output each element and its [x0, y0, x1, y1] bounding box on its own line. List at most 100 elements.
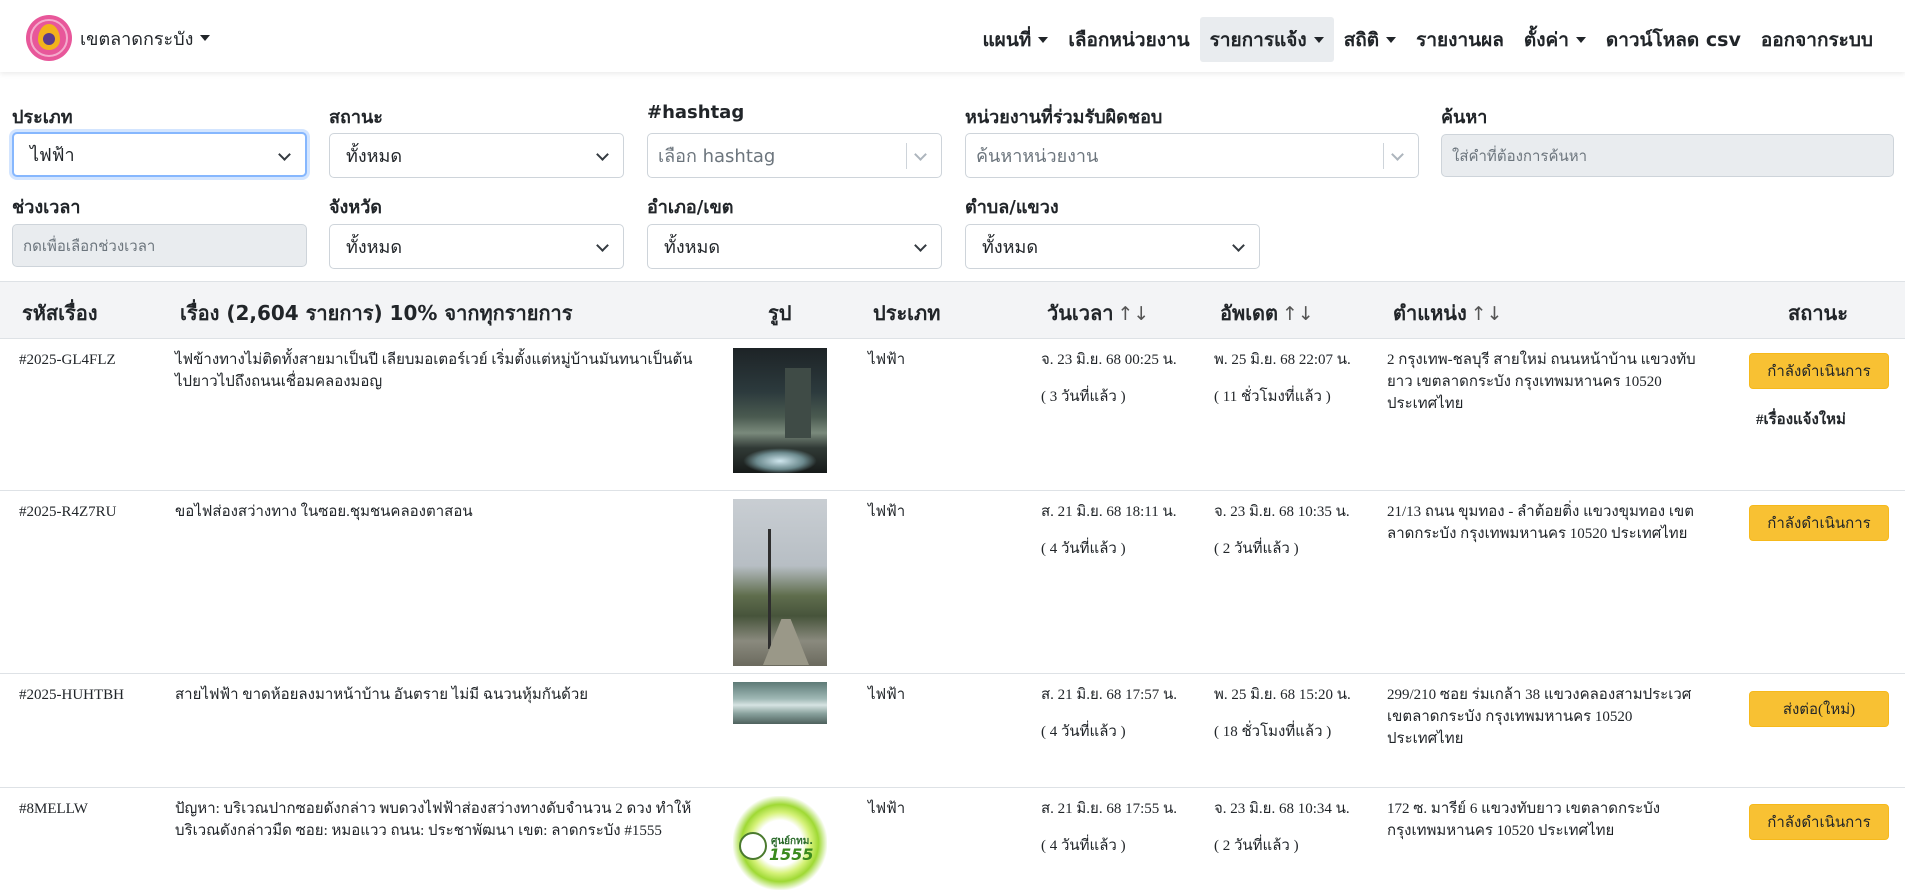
status-select[interactable]: ทั้งหมด	[329, 133, 624, 178]
subdistrict-filter-label: ตำบล/แขวง	[965, 197, 1059, 218]
district-filter-label: อำเภอ/เขต	[647, 197, 734, 218]
updated-value: พ. 25 มิ.ย. 68 15:20 น.	[1214, 687, 1351, 703]
chevron-down-icon	[278, 148, 291, 161]
hashtag-select-placeholder: เลือก hashtag	[658, 146, 776, 167]
report-location: 299/210 ซอย ร่มเกล้า 38 แขวงคลองสามประเว…	[1387, 687, 1692, 747]
search-label: ค้นหา	[1441, 107, 1488, 128]
updated-ago: ( 2 วันที่แล้ว )	[1214, 838, 1299, 854]
brand-logo	[26, 15, 72, 61]
report-id[interactable]: #8MELLW	[19, 798, 88, 820]
main-nav: แผนที่ เลือกหน่วยงาน รายการแจ้ง สถิติ รา…	[972, 17, 1883, 62]
report-location: 2 กรุงเทพ-ชลบุรี สายใหม่ ถนนหน้าบ้าน แขว…	[1387, 352, 1696, 412]
report-thumbnail[interactable]	[733, 682, 827, 724]
subdistrict-select[interactable]: ทั้งหมด	[965, 224, 1260, 269]
reports-table: รหัสเรื่อง เรื่อง (2,604 รายการ) 10% จาก…	[0, 281, 1905, 890]
datetime-value: จ. 23 มิ.ย. 68 00:25 น.	[1041, 352, 1177, 368]
select-separator	[906, 143, 907, 169]
nav-statistics[interactable]: สถิติ	[1334, 17, 1406, 62]
report-location: 21/13 ถนน ขุมทอง - ลำต้อยติ่ง แขวงขุมทอง…	[1387, 504, 1694, 542]
report-thumbnail[interactable]: ศูนย์กทม. 1555	[733, 796, 827, 890]
type-select[interactable]: ไฟฟ้า	[12, 132, 307, 177]
thumb-number: 1555	[769, 845, 814, 864]
header-location[interactable]: ตำแหน่ง ↑↓	[1393, 297, 1503, 329]
report-type: ไฟฟ้า	[868, 801, 906, 817]
header-image: รูป	[768, 301, 792, 325]
select-separator	[1383, 143, 1384, 169]
nav-select-agency-label: เลือกหน่วยงาน	[1068, 28, 1190, 51]
report-type: ไฟฟ้า	[868, 687, 906, 703]
filter-panel: ประเภท สถานะ #hashtag หน่วยงานที่ร่วมรับ…	[0, 72, 1905, 269]
agency-select[interactable]: ค้นหาหน่วยงาน	[965, 133, 1419, 178]
hashtag-select[interactable]: เลือก hashtag	[647, 133, 942, 178]
search-input[interactable]: ใส่คำที่ต้องการค้นหา	[1441, 134, 1894, 177]
sort-icon[interactable]: ↑↓	[1117, 303, 1149, 325]
nav-settings-label: ตั้งค่า	[1523, 28, 1569, 51]
chevron-down-icon	[914, 239, 927, 252]
table-row: #2025-R4Z7RU ขอไฟส่องสว่างทาง ในซอย.ชุมช…	[0, 491, 1905, 674]
datetime-value: ส. 21 มิ.ย. 68 17:55 น.	[1041, 801, 1178, 817]
report-updated: พ. 25 มิ.ย. 68 22:07 น. ( 11 ชั่วโมงที่แ…	[1214, 349, 1351, 408]
type-filter-label: ประเภท	[12, 107, 73, 128]
nav-select-agency[interactable]: เลือกหน่วยงาน	[1058, 17, 1199, 62]
type-select-value: ไฟฟ้า	[30, 145, 75, 166]
nav-reports-label: รายการแจ้ง	[1209, 28, 1307, 51]
status-button[interactable]: กำลังดำเนินการ	[1749, 353, 1889, 389]
nav-reports[interactable]: รายการแจ้ง	[1199, 17, 1334, 62]
sort-icon[interactable]: ↑↓	[1471, 303, 1503, 325]
datetime-value: ส. 21 มิ.ย. 68 18:11 น.	[1041, 504, 1177, 520]
report-title[interactable]: สายไฟฟ้า ขาดห้อยลงมาหน้าบ้าน อันตราย ไม่…	[175, 684, 695, 706]
nav-results-report[interactable]: รายงานผล	[1406, 17, 1514, 62]
datetime-ago: ( 4 วันที่แล้ว )	[1041, 724, 1126, 740]
report-type: ไฟฟ้า	[868, 352, 906, 368]
nav-logout[interactable]: ออกจากระบบ	[1751, 17, 1883, 62]
nav-download-csv[interactable]: ดาวน์โหลด csv	[1596, 17, 1751, 62]
chevron-down-icon	[596, 239, 609, 252]
province-select[interactable]: ทั้งหมด	[329, 224, 624, 269]
province-filter-label: จังหวัด	[329, 197, 382, 218]
header-datetime[interactable]: วันเวลา ↑↓	[1047, 297, 1149, 329]
chevron-down-icon	[200, 35, 211, 41]
hashtag-tag[interactable]: #เรื่องแจ้งใหม่	[1756, 407, 1846, 431]
status-button[interactable]: กำลังดำเนินการ	[1749, 804, 1889, 840]
status-select-value: ทั้งหมด	[346, 146, 403, 167]
report-datetime: จ. 23 มิ.ย. 68 00:25 น. ( 3 วันที่แล้ว )	[1041, 349, 1177, 408]
chevron-down-icon	[1038, 36, 1049, 43]
report-datetime: ส. 21 มิ.ย. 68 18:11 น. ( 4 วันที่แล้ว )	[1041, 501, 1176, 560]
status-button[interactable]: กำลังดำเนินการ	[1749, 505, 1889, 541]
time-range-input[interactable]: กดเพื่อเลือกช่วงเวลา	[12, 224, 307, 267]
nav-statistics-label: สถิติ	[1343, 28, 1380, 51]
report-datetime: ส. 21 มิ.ย. 68 17:55 น. ( 4 วันที่แล้ว )	[1041, 798, 1177, 857]
report-updated: พ. 25 มิ.ย. 68 15:20 น. ( 18 ชั่วโมงที่แ…	[1214, 684, 1351, 743]
datetime-ago: ( 4 วันที่แล้ว )	[1041, 838, 1126, 854]
table-row: #2025-HUHTBH สายไฟฟ้า ขาดห้อยลงมาหน้าบ้า…	[0, 674, 1905, 788]
report-thumbnail[interactable]	[733, 499, 827, 666]
seal-icon	[739, 832, 767, 860]
time-range-label: ช่วงเวลา	[12, 197, 81, 218]
report-id[interactable]: #2025-R4Z7RU	[19, 501, 117, 523]
report-id[interactable]: #2025-GL4FLZ	[19, 349, 116, 371]
report-thumbnail[interactable]	[733, 348, 827, 473]
subdistrict-select-value: ทั้งหมด	[982, 237, 1039, 258]
sort-icon[interactable]: ↑↓	[1282, 303, 1314, 325]
nav-logout-label: ออกจากระบบ	[1760, 28, 1873, 51]
report-title[interactable]: ไฟข้างทางไม่ติดทั้งสายมาเป็นปี เลียบมอเต…	[175, 349, 695, 393]
chevron-down-icon	[1575, 36, 1586, 43]
province-select-value: ทั้งหมด	[346, 237, 403, 258]
nav-settings[interactable]: ตั้งค่า	[1514, 17, 1596, 62]
report-id[interactable]: #2025-HUHTBH	[19, 684, 124, 706]
nav-map[interactable]: แผนที่	[972, 17, 1058, 62]
header-updated-label: อัพเดต	[1220, 301, 1279, 325]
district-select[interactable]: ทั้งหมด	[647, 224, 942, 269]
agency-filter-label: หน่วยงานที่ร่วมรับผิดชอบ	[965, 107, 1163, 128]
report-title[interactable]: ปัญหา: บริเวณปากซอยดังกล่าว พบดวงไฟฟ้าส่…	[175, 798, 695, 842]
nav-map-label: แผนที่	[982, 28, 1032, 51]
report-title[interactable]: ขอไฟส่องสว่างทาง ในซอย.ชุมชนคลองตาสอน	[175, 501, 695, 523]
brand-dropdown[interactable]: เขตลาดกระบัง	[26, 15, 211, 61]
table-row: #2025-GL4FLZ ไฟข้างทางไม่ติดทั้งสายมาเป็…	[0, 339, 1905, 491]
updated-ago: ( 11 ชั่วโมงที่แล้ว )	[1214, 389, 1331, 405]
status-button[interactable]: ส่งต่อ(ใหม่)	[1749, 691, 1889, 727]
chevron-down-icon	[914, 148, 927, 161]
header-updated[interactable]: อัพเดต ↑↓	[1220, 297, 1314, 329]
datetime-ago: ( 3 วันที่แล้ว )	[1041, 389, 1126, 405]
chevron-down-icon	[1386, 36, 1397, 43]
